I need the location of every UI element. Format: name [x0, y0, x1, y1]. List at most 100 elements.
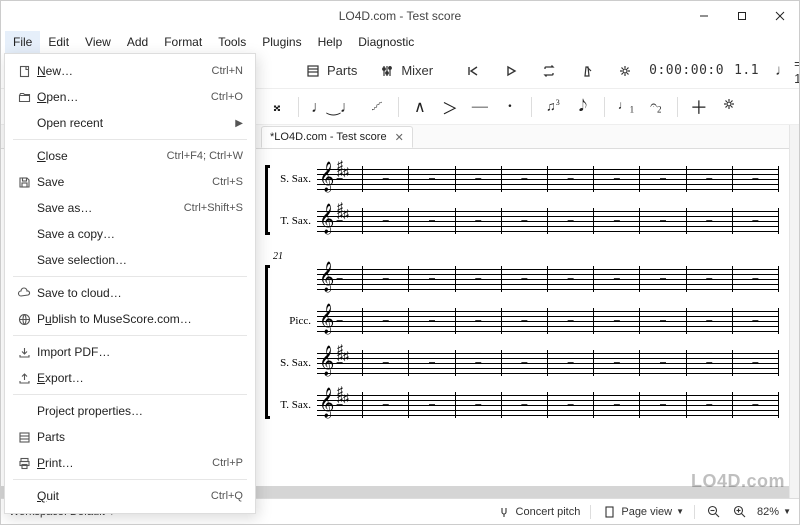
- menu-bar: File Edit View Add Format Tools Plugins …: [1, 31, 799, 53]
- palette-separator: [604, 97, 605, 117]
- tempo-display[interactable]: ♩ = 120: [769, 52, 800, 90]
- menu-file-new[interactable]: New… Ctrl+N: [5, 58, 255, 84]
- tab-label: *LO4D.com - Test score: [270, 131, 387, 143]
- menu-separator: [13, 335, 247, 336]
- metronome-button[interactable]: [573, 59, 601, 83]
- metronome-icon: [579, 63, 595, 79]
- staff[interactable]: 𝄞: [317, 266, 779, 292]
- parts-button[interactable]: Parts: [299, 59, 363, 83]
- cloud-icon: [13, 287, 35, 300]
- rewind-button[interactable]: [459, 59, 487, 83]
- submenu-arrow-icon: ▶: [235, 118, 243, 129]
- minimize-button[interactable]: [685, 1, 723, 31]
- tie-button[interactable]: ♩‿♩: [311, 97, 356, 117]
- system-bracket: [265, 165, 270, 235]
- menu-edit[interactable]: Edit: [40, 31, 77, 53]
- publish-icon: [13, 313, 35, 326]
- playback-settings-button[interactable]: [611, 59, 639, 83]
- menu-file-quit[interactable]: Quit Ctrl+Q: [5, 483, 255, 509]
- page-view-selector[interactable]: Page view ▼: [601, 504, 684, 520]
- menu-separator: [13, 276, 247, 277]
- menu-file-save-copy[interactable]: Save a copy…: [5, 221, 255, 247]
- close-button[interactable]: [761, 1, 799, 31]
- tuplet-button[interactable]: ♫3: [544, 98, 562, 114]
- score-system: 21 𝄞 Picc. 𝄞: [273, 265, 779, 419]
- tenuto[interactable]: —: [471, 98, 489, 116]
- parts-icon: [13, 431, 35, 444]
- playback-position: 1.1: [734, 63, 759, 78]
- voice-1[interactable]: ♩1: [617, 98, 635, 114]
- print-icon: [13, 457, 35, 470]
- chevron-down-icon: ▼: [783, 507, 791, 516]
- palette-separator: [677, 97, 678, 117]
- parts-label: Parts: [327, 63, 357, 78]
- staff[interactable]: 𝄞 ♯♯♯: [317, 350, 779, 376]
- menu-view[interactable]: View: [77, 31, 119, 53]
- menu-separator: [13, 479, 247, 480]
- instrument-label: Picc.: [273, 315, 317, 327]
- open-icon: [13, 91, 35, 104]
- mixer-button[interactable]: Mixer: [373, 59, 439, 83]
- menu-plugins[interactable]: Plugins: [254, 31, 309, 53]
- export-icon: [13, 372, 35, 385]
- add-button[interactable]: ＋: [690, 94, 708, 120]
- zoom-out-button[interactable]: [705, 504, 721, 520]
- menu-format[interactable]: Format: [156, 31, 210, 53]
- menu-separator: [13, 139, 247, 140]
- right-panel-splitter[interactable]: [789, 125, 799, 498]
- zoom-out-icon: [705, 504, 721, 520]
- double-sharp[interactable]: 𝄪: [268, 98, 286, 116]
- staff[interactable]: 𝄞: [317, 308, 779, 334]
- parts-icon: [305, 63, 321, 79]
- menu-file-project-properties[interactable]: Project properties…: [5, 398, 255, 424]
- zoom-in-icon: [731, 504, 747, 520]
- tuning-fork-icon: [496, 504, 512, 520]
- menu-file-open[interactable]: Open… Ctrl+O: [5, 84, 255, 110]
- mixer-icon: [379, 63, 395, 79]
- measure-number: 21: [273, 251, 283, 262]
- menu-separator: [13, 394, 247, 395]
- marcato[interactable]: ∧: [411, 97, 429, 117]
- staccato[interactable]: ·: [501, 98, 519, 116]
- menu-file-parts[interactable]: Parts: [5, 424, 255, 450]
- rewind-icon: [465, 63, 481, 79]
- save-icon: [13, 176, 35, 189]
- instrument-label: T. Sax.: [273, 399, 317, 411]
- tempo-value: = 120: [794, 56, 800, 86]
- palette-settings[interactable]: [720, 97, 738, 116]
- maximize-button[interactable]: [723, 1, 761, 31]
- menu-file-close[interactable]: Close Ctrl+F4; Ctrl+W: [5, 143, 255, 169]
- menu-add[interactable]: Add: [119, 31, 156, 53]
- accent[interactable]: ＞: [441, 95, 459, 119]
- menu-file-save[interactable]: Save Ctrl+S: [5, 169, 255, 195]
- window-controls: [685, 1, 799, 31]
- tab-close-button[interactable]: ✕: [395, 131, 404, 144]
- concert-pitch-toggle[interactable]: Concert pitch: [496, 504, 581, 520]
- staff[interactable]: 𝄞 ♯♯♯: [317, 392, 779, 418]
- menu-file-open-recent[interactable]: Open recent ▶: [5, 110, 255, 136]
- tab-test-score[interactable]: *LO4D.com - Test score ✕: [261, 126, 413, 148]
- flip-button[interactable]: 𝅘𝅥𝅮: [574, 98, 592, 116]
- staff[interactable]: 𝄞 ♯♯♯: [317, 208, 779, 234]
- menu-file-save-selection[interactable]: Save selection…: [5, 247, 255, 273]
- voice-2[interactable]: 𝄐2: [647, 98, 665, 114]
- instrument-label: S. Sax.: [273, 357, 317, 369]
- menu-file[interactable]: File: [5, 31, 40, 53]
- loop-button[interactable]: [535, 59, 563, 83]
- menu-file-import-pdf[interactable]: Import PDF…: [5, 339, 255, 365]
- menu-file-save-cloud[interactable]: Save to cloud…: [5, 280, 255, 306]
- play-button[interactable]: [497, 59, 525, 83]
- menu-diagnostic[interactable]: Diagnostic: [350, 31, 422, 53]
- menu-tools[interactable]: Tools: [210, 31, 254, 53]
- menu-file-publish[interactable]: Publish to MuseScore.com…: [5, 306, 255, 332]
- menu-file-print[interactable]: Print… Ctrl+P: [5, 450, 255, 476]
- menu-file-save-as[interactable]: Save as… Ctrl+Shift+S: [5, 195, 255, 221]
- zoom-in-button[interactable]: [731, 504, 747, 520]
- menu-help[interactable]: Help: [310, 31, 351, 53]
- staff[interactable]: 𝄞 ♯♯♯: [317, 166, 779, 192]
- menu-file-export[interactable]: Export…: [5, 365, 255, 391]
- slur-button[interactable]: 𝆱: [368, 98, 386, 116]
- mixer-label: Mixer: [401, 63, 433, 78]
- zoom-level[interactable]: 82% ▼: [757, 506, 791, 518]
- instrument-label: S. Sax.: [273, 173, 317, 185]
